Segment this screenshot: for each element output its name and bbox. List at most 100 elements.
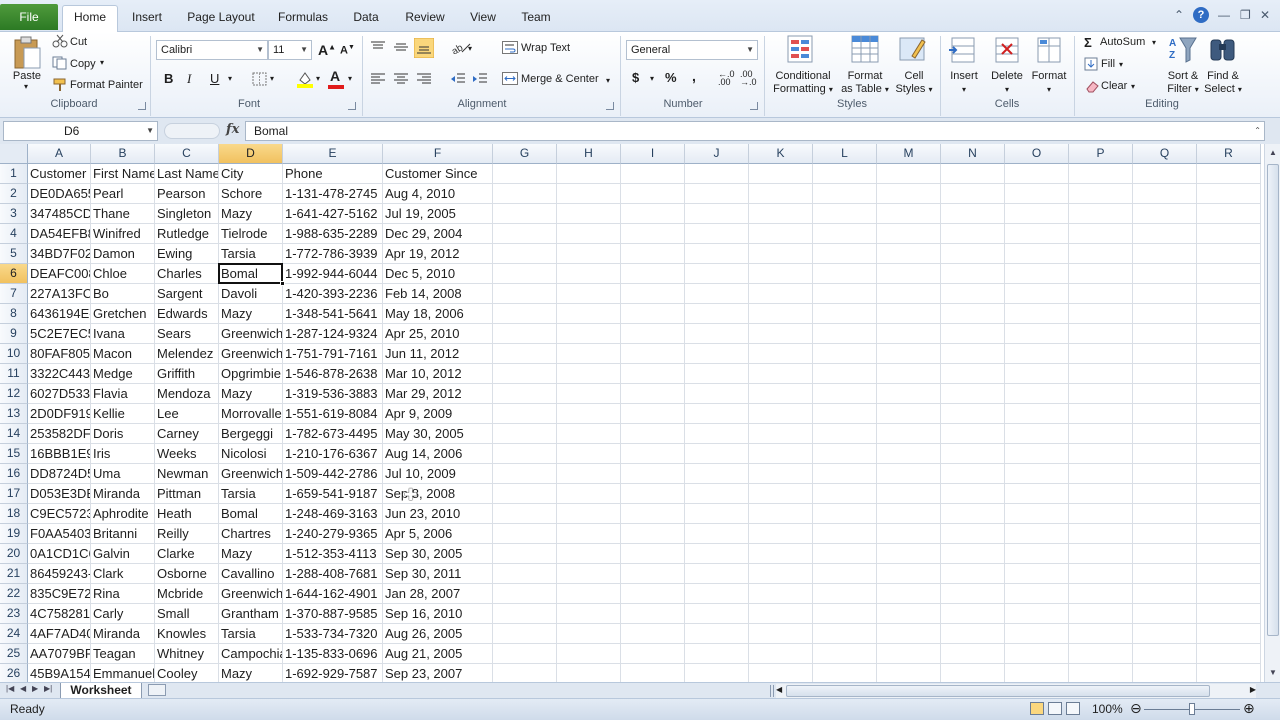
merge-dropdown-icon[interactable]: ▾ [606,76,610,85]
fill-dropdown-icon[interactable]: ▾ [1119,60,1123,69]
cell-k2[interactable] [749,184,813,204]
cell-d9[interactable]: Greenwich [219,324,283,344]
cell-l23[interactable] [813,604,877,624]
cell-p1[interactable] [1069,164,1133,184]
cell-e22[interactable]: 1-644-162-4901 [283,584,383,604]
cell-p8[interactable] [1069,304,1133,324]
cell-j10[interactable] [685,344,749,364]
formula-input[interactable]: Bomal ⌃ [245,121,1265,141]
cell-h19[interactable] [557,524,621,544]
cell-f17[interactable]: Sep 8, 2008 [383,484,493,504]
cell-b25[interactable]: Teagan [91,644,155,664]
cell-h25[interactable] [557,644,621,664]
align-right-icon[interactable] [416,72,432,86]
row-header-11[interactable]: 11 [0,364,28,384]
cell-f26[interactable]: Sep 23, 2007 [383,664,493,682]
cell-a18[interactable]: C9EC5723- [28,504,91,524]
cut-icon[interactable] [52,34,68,48]
cell-i4[interactable] [621,224,685,244]
cell-g2[interactable] [493,184,557,204]
cell-c7[interactable]: Sargent [155,284,219,304]
sheet-tab-worksheet[interactable]: Worksheet [60,683,142,699]
align-middle-icon[interactable] [393,40,409,54]
cell-j17[interactable] [685,484,749,504]
cell-r3[interactable] [1197,204,1261,224]
merge-center-button[interactable]: Merge & Center [521,73,599,85]
cell-n5[interactable] [941,244,1005,264]
cell-h10[interactable] [557,344,621,364]
cell-k3[interactable] [749,204,813,224]
cell-r4[interactable] [1197,224,1261,244]
column-header-f[interactable]: F [383,144,493,164]
italic-button[interactable]: I [187,71,191,87]
column-header-c[interactable]: C [155,144,219,164]
column-header-g[interactable]: G [493,144,557,164]
cell-b23[interactable]: Carly [91,604,155,624]
cell-c10[interactable]: Melendez [155,344,219,364]
cell-f23[interactable]: Sep 16, 2010 [383,604,493,624]
cell-d16[interactable]: Greenwich [219,464,283,484]
cell-g24[interactable] [493,624,557,644]
cell-n10[interactable] [941,344,1005,364]
font-color-icon[interactable]: A [330,68,340,84]
cell-h9[interactable] [557,324,621,344]
cell-i19[interactable] [621,524,685,544]
cell-o10[interactable] [1005,344,1069,364]
cell-g25[interactable] [493,644,557,664]
cell-o14[interactable] [1005,424,1069,444]
scroll-right-icon[interactable]: ▶ [1250,685,1256,694]
cell-n11[interactable] [941,364,1005,384]
column-header-q[interactable]: Q [1133,144,1197,164]
cell-m6[interactable] [877,264,941,284]
cell-m11[interactable] [877,364,941,384]
cell-r7[interactable] [1197,284,1261,304]
cell-h4[interactable] [557,224,621,244]
cell-m26[interactable] [877,664,941,682]
cell-i3[interactable] [621,204,685,224]
number-format-combo[interactable]: General ▼ [626,40,758,60]
cell-q9[interactable] [1133,324,1197,344]
cell-q5[interactable] [1133,244,1197,264]
cell-b13[interactable]: Kellie [91,404,155,424]
cell-p26[interactable] [1069,664,1133,682]
cell-h14[interactable] [557,424,621,444]
cell-m23[interactable] [877,604,941,624]
delete-cells-icon[interactable] [992,34,1022,66]
cell-e14[interactable]: 1-782-673-4495 [283,424,383,444]
cell-h26[interactable] [557,664,621,682]
cell-h1[interactable] [557,164,621,184]
row-header-4[interactable]: 4 [0,224,28,244]
scroll-up-icon[interactable]: ▲ [1265,148,1280,157]
column-header-p[interactable]: P [1069,144,1133,164]
cell-o16[interactable] [1005,464,1069,484]
cell-r14[interactable] [1197,424,1261,444]
cell-n9[interactable] [941,324,1005,344]
cell-o9[interactable] [1005,324,1069,344]
cell-k9[interactable] [749,324,813,344]
cell-n21[interactable] [941,564,1005,584]
cell-g22[interactable] [493,584,557,604]
cell-p2[interactable] [1069,184,1133,204]
format-cells-icon[interactable] [1034,34,1064,66]
cell-c11[interactable]: Griffith [155,364,219,384]
cell-g1[interactable] [493,164,557,184]
cell-d17[interactable]: Tarsia [219,484,283,504]
cell-k17[interactable] [749,484,813,504]
cell-m5[interactable] [877,244,941,264]
cell-c21[interactable]: Osborne [155,564,219,584]
cell-g26[interactable] [493,664,557,682]
cell-e19[interactable]: 1-240-279-9365 [283,524,383,544]
underline-dropdown-icon[interactable]: ▾ [228,74,232,83]
cell-g13[interactable] [493,404,557,424]
cell-i13[interactable] [621,404,685,424]
cell-o22[interactable] [1005,584,1069,604]
cell-e16[interactable]: 1-509-442-2786 [283,464,383,484]
cell-r6[interactable] [1197,264,1261,284]
cell-b17[interactable]: Miranda [91,484,155,504]
cell-b16[interactable]: Uma [91,464,155,484]
cell-e6[interactable]: 1-992-944-6044 [283,264,383,284]
cell-o13[interactable] [1005,404,1069,424]
cell-g21[interactable] [493,564,557,584]
row-header-3[interactable]: 3 [0,204,28,224]
cell-m4[interactable] [877,224,941,244]
